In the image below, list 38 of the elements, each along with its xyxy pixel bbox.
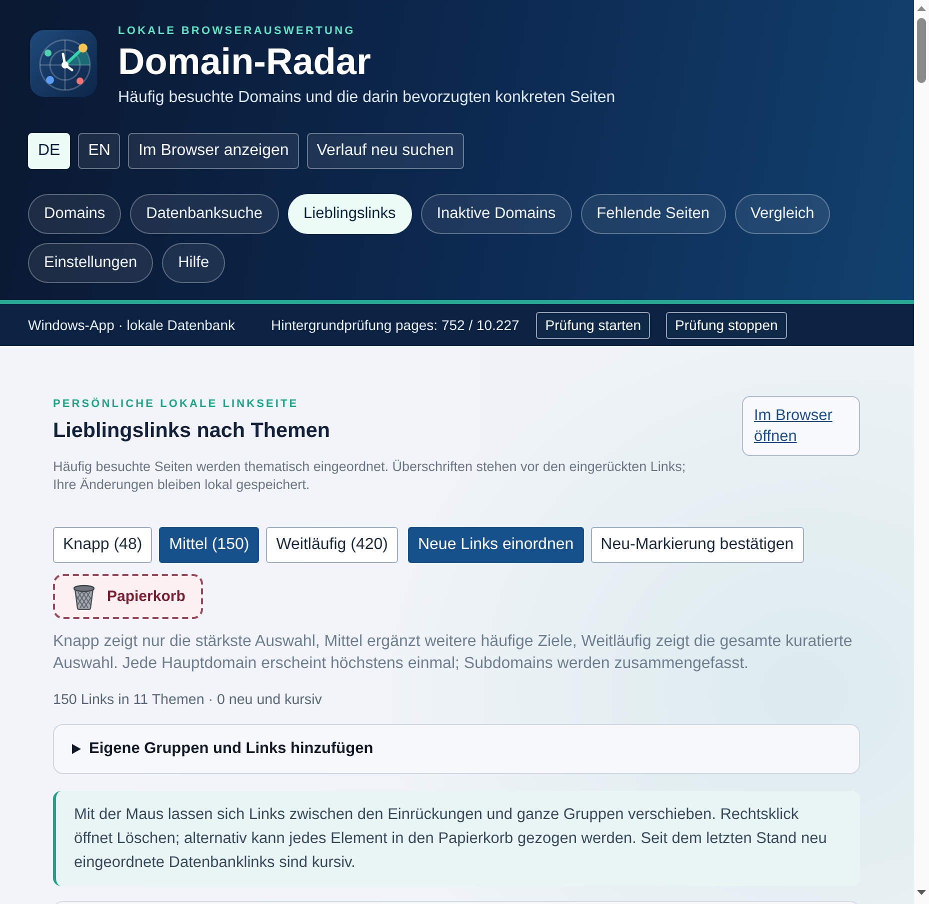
size-option-button[interactable]: Mittel (150) xyxy=(159,527,260,563)
page-title: Lieblingslinks nach Themen xyxy=(53,418,330,444)
nav-tab[interactable]: Einstellungen xyxy=(28,243,154,283)
header-eyebrow: LOKALE BROWSERAUSWERTUNG xyxy=(118,24,356,38)
trash-icon xyxy=(72,583,96,610)
app-title: Domain-Radar xyxy=(118,40,371,84)
header-action-button[interactable]: Verlauf neu suchen xyxy=(306,133,464,169)
language-button[interactable]: EN xyxy=(78,133,120,169)
language-button[interactable]: DE xyxy=(28,133,70,169)
check-button[interactable]: Prüfung stoppen xyxy=(666,312,787,338)
app-info-text: Windows-App · lokale Datenbank xyxy=(28,317,235,333)
check-button[interactable]: Prüfung starten xyxy=(536,312,650,338)
open-in-browser-button[interactable]: Im Browser öffnen xyxy=(742,396,860,456)
app-subtitle: Häufig besuchte Domains und die darin bevorzugten konkreten Seiten xyxy=(118,88,616,108)
trash-button[interactable]: Papierkorb xyxy=(53,574,204,619)
progress-text: Hintergrundprüfung pages: 752 / 10.227 xyxy=(271,317,520,333)
link-summary: 150 Links in 11 Themen · 0 neu und kursiv xyxy=(53,691,323,709)
nav-tab[interactable]: Inaktive Domains xyxy=(420,194,572,234)
nav-tab[interactable]: Hilfe xyxy=(162,243,226,283)
primary-button[interactable]: Neue Links einordnen xyxy=(408,527,584,563)
info-note: Mit der Maus lassen sich Links zwischen den Einrückungen und ganze Gruppen verschieben. Rechtsklick öffnet Löschen; alternativ kann jedes Element in den Papierkorb gezogen werden. Seit dem letzten Stand neu eingeordnete Datenbanklinks sind kursiv. xyxy=(53,791,860,886)
section-eyebrow: PERSÖNLICHE LOKALE LINKSEITE xyxy=(53,397,299,411)
scroll-up-icon[interactable] xyxy=(917,6,926,11)
nav-tab[interactable]: Datenbanksuche xyxy=(130,194,279,234)
nav-tab[interactable]: Domains xyxy=(28,194,122,234)
header-action-button[interactable]: Im Browser anzeigen xyxy=(128,133,299,169)
page-description: Häufig besuchte Seiten werden thematisch eingeordnet. Überschriften stehen vor den eingerückten Links; Ihre Änderungen bleiben lokal gespeichert. xyxy=(53,458,687,494)
size-option-button[interactable]: Weitläufig (420) xyxy=(266,527,398,563)
radar-logo-icon xyxy=(30,30,97,97)
nav-tab[interactable]: Fehlende Seiten xyxy=(580,194,726,234)
explanation-text: Knapp zeigt nur die stärkste Auswahl, Mittel ergänzt weitere häufige Ziele, Weitläufig zeigt die gesamte kuratierte Auswahl. Jede Hauptdomain erscheint höchstens einmal; Subdomains werden zusammengefasst. xyxy=(53,632,854,674)
scroll-down-icon[interactable] xyxy=(917,890,926,895)
size-option-button[interactable]: Knapp (48) xyxy=(53,527,152,563)
nav-tab[interactable]: Vergleich xyxy=(734,194,830,234)
scrollbar-thumb[interactable] xyxy=(917,18,926,83)
add-groups-disclosure[interactable]: Eigene Gruppen und Links hinzufügen xyxy=(53,724,860,774)
secondary-button[interactable]: Neu-Markierung bestätigen xyxy=(590,527,804,563)
nav-tab[interactable]: Lieblingslinks xyxy=(288,194,412,234)
